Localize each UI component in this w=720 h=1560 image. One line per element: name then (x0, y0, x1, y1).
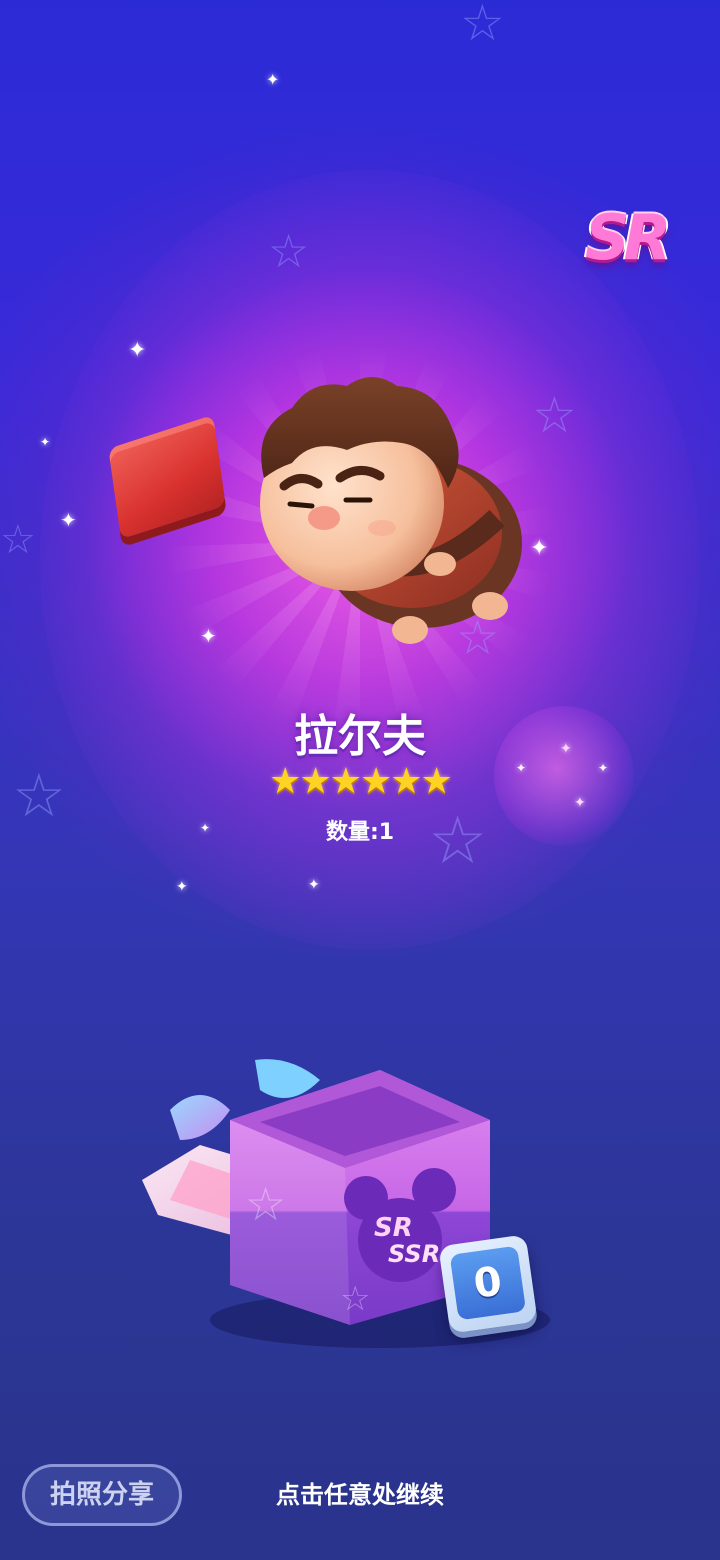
star-outline-icon: ☆ (268, 224, 310, 278)
star-icon: ★★★★★★ (269, 761, 453, 802)
continue-hint: 点击任意处继续 (276, 1481, 444, 1509)
sparkle-icon: ✦ (60, 508, 77, 532)
pull-counter: 0 (438, 1234, 538, 1334)
pull-counter-value: 0 (449, 1245, 527, 1321)
sparkle-icon: ✦ (266, 70, 280, 89)
rarity-badge: SR (585, 201, 671, 274)
sparkle-icon: ✦ (176, 879, 188, 895)
character-name: 拉尔夫 (294, 711, 426, 762)
sparkle-icon: ✦ (530, 536, 549, 561)
star-outline-icon: ☆ (0, 517, 36, 563)
character-ralph (260, 377, 522, 644)
svg-text:☆: ☆ (340, 1279, 370, 1319)
sparkle-icon: ✦ (128, 338, 147, 363)
share-photo-button[interactable]: 拍照分享 (22, 1464, 182, 1526)
sparkle-icon: ✦ (40, 435, 51, 449)
sparkle-icon: ✦ (308, 877, 320, 893)
quantity-label: 数量:1 (325, 820, 395, 845)
reward-screen[interactable]: ☆ ☆ ☆ ☆ ☆ ☆ ☆ ✦ ✦ ✦ ✦ ✦ ✦ ✦ ✦ ✦ ✦ ✦ ✦ ✦ … (0, 0, 720, 1560)
svg-text:☆: ☆ (245, 1177, 286, 1231)
star-outline-icon: ☆ (460, 0, 505, 52)
star-outline-icon: ☆ (532, 386, 577, 444)
gift-label-sr: SR (374, 1213, 413, 1243)
gift-label-ssr: SSR (388, 1240, 440, 1268)
sparkle-icon: ✦ (200, 624, 217, 648)
